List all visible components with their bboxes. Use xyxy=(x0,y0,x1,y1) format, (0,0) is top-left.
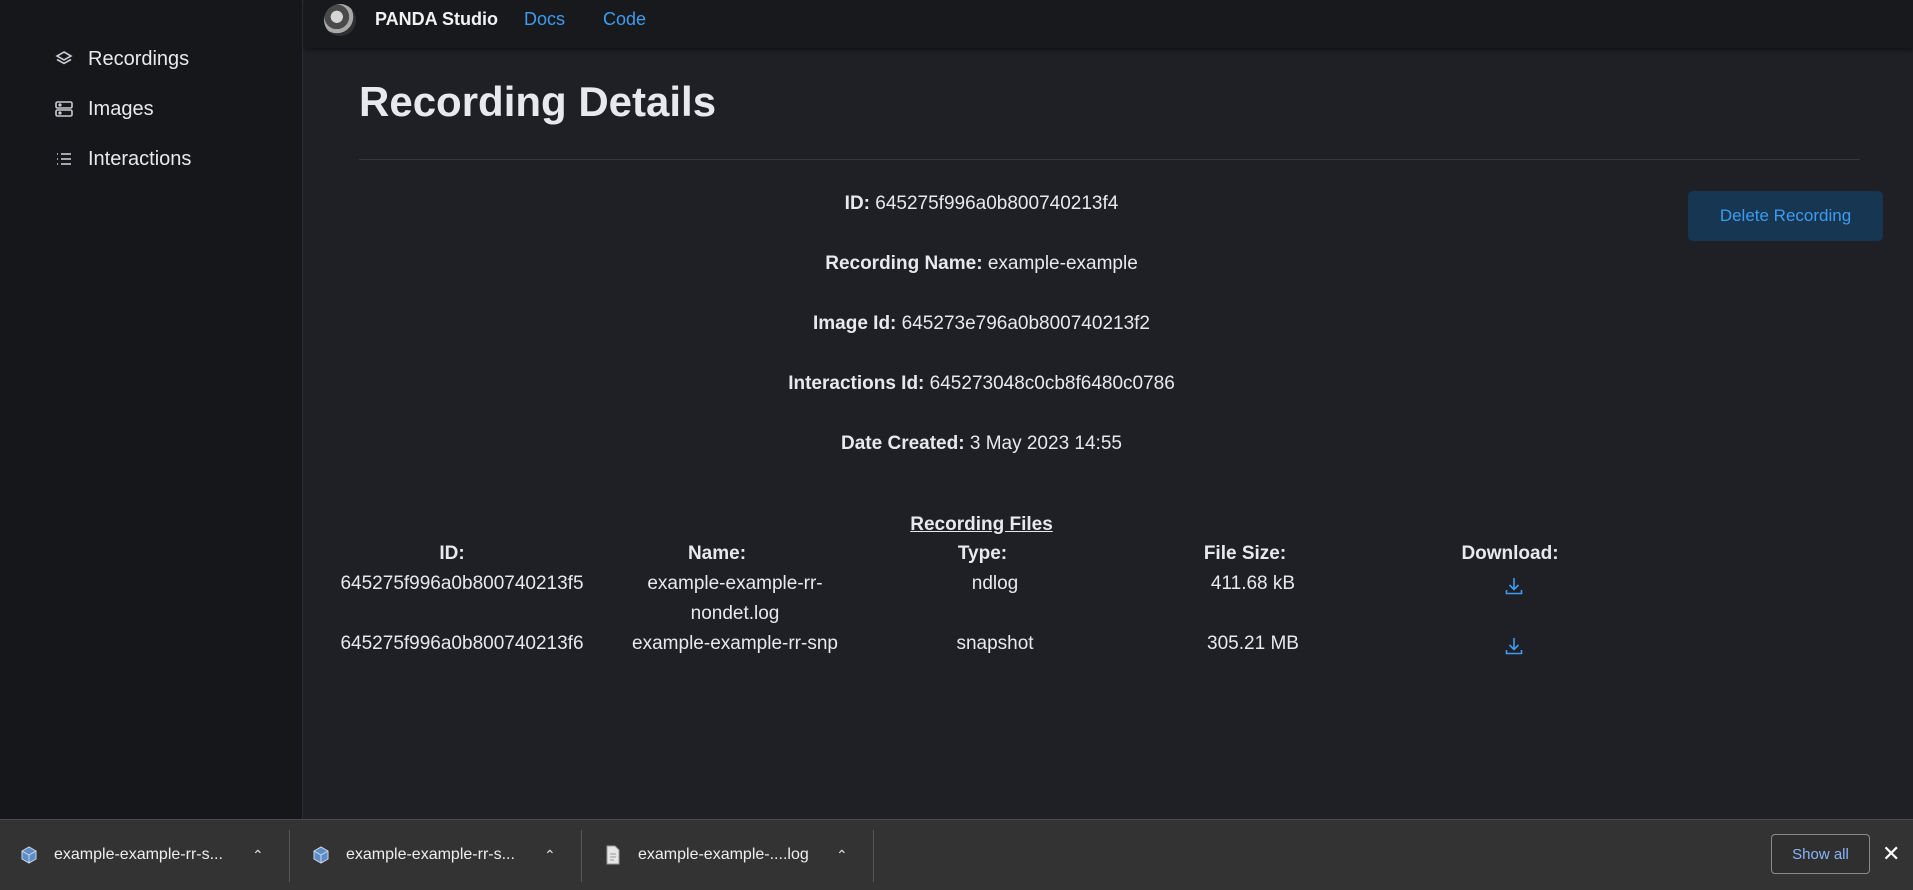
divider xyxy=(359,159,1860,160)
download-icon[interactable] xyxy=(1503,635,1525,657)
divider xyxy=(581,830,582,882)
top-bar: PANDA Studio Docs Code xyxy=(304,0,1913,48)
sidebar-item-label: Interactions xyxy=(88,147,192,170)
file-type-cell: snapshot xyxy=(956,633,1034,654)
column-header-type: Type: xyxy=(957,543,1008,564)
detail-recording-name: Recording Name: example-example xyxy=(359,253,1604,275)
file-id-cell: 645275f996a0b800740213f5 xyxy=(340,573,584,594)
file-type-cell: ndlog xyxy=(971,573,1019,594)
detail-value: 645273048c0cb8f6480c0786 xyxy=(929,373,1175,394)
column-header-size: File Size: xyxy=(1203,543,1287,564)
sidebar-item-interactions[interactable]: Interactions xyxy=(54,144,191,174)
download-item[interactable]: example-example-rr-s... ⌃ xyxy=(310,820,580,890)
sidebar-item-images[interactable]: Images xyxy=(54,94,154,124)
chevron-up-icon[interactable]: ⌃ xyxy=(544,847,556,864)
page-title: Recording Details xyxy=(359,78,717,125)
layers-icon xyxy=(54,49,74,69)
detail-label: Interactions Id: xyxy=(788,373,925,394)
file-name-cell: example-example-rr-nondet.log xyxy=(647,573,823,624)
delete-recording-button[interactable]: Delete Recording xyxy=(1688,191,1883,241)
brand-title[interactable]: PANDA Studio xyxy=(375,9,498,30)
docs-link[interactable]: Docs xyxy=(524,9,565,30)
detail-interactions-id: Interactions Id: 645273048c0cb8f6480c078… xyxy=(359,373,1604,395)
close-icon[interactable]: ✕ xyxy=(1882,841,1900,867)
divider xyxy=(289,830,290,882)
file-name-cell: example-example-rr-snp xyxy=(632,633,838,654)
sidebar-item-label: Images xyxy=(88,97,154,120)
download-filename: example-example-rr-s... xyxy=(346,846,515,863)
detail-label: Recording Name: xyxy=(825,253,983,274)
show-all-button[interactable]: Show all xyxy=(1771,834,1870,874)
document-icon xyxy=(602,844,624,866)
download-icon[interactable] xyxy=(1503,575,1525,597)
column-header-id: ID: xyxy=(439,543,465,564)
detail-id: ID: 645275f996a0b800740213f4 xyxy=(359,193,1604,215)
chevron-up-icon[interactable]: ⌃ xyxy=(836,847,848,864)
download-filename: example-example-rr-s... xyxy=(54,846,223,863)
code-link[interactable]: Code xyxy=(603,9,646,30)
download-filename: example-example-....log xyxy=(638,846,809,863)
file-size-cell: 411.68 kB xyxy=(1210,573,1296,594)
download-item[interactable]: example-example-....log ⌃ xyxy=(602,820,872,890)
detail-image-id: Image Id: 645273e796a0b800740213f2 xyxy=(359,313,1604,335)
detail-date-created: Date Created: 3 May 2023 14:55 xyxy=(359,433,1604,455)
column-header-download: Download: xyxy=(1461,543,1559,564)
server-icon xyxy=(54,99,74,119)
download-item[interactable]: example-example-rr-s... ⌃ xyxy=(18,820,288,890)
sidebar-item-label: Recordings xyxy=(88,47,190,70)
detail-label: Image Id: xyxy=(812,313,897,334)
file-size-cell: 305.21 MB xyxy=(1207,633,1299,654)
detail-value: 645273e796a0b800740213f2 xyxy=(901,313,1150,334)
detail-value: 645275f996a0b800740213f4 xyxy=(875,193,1119,214)
list-icon xyxy=(54,149,74,169)
detail-label: ID: xyxy=(844,193,870,214)
divider xyxy=(873,830,874,882)
package-icon xyxy=(18,844,40,866)
sidebar-item-recordings[interactable]: Recordings xyxy=(54,44,189,74)
detail-label: Date Created: xyxy=(841,433,965,454)
recording-files-title: Recording Files xyxy=(910,514,1053,535)
downloads-shelf: example-example-rr-s... ⌃ example-exampl… xyxy=(0,819,1913,890)
chevron-up-icon[interactable]: ⌃ xyxy=(252,847,264,864)
file-id-cell: 645275f996a0b800740213f6 xyxy=(340,633,584,654)
column-header-name: Name: xyxy=(687,543,747,564)
panda-logo-icon[interactable] xyxy=(324,4,356,36)
detail-value: 3 May 2023 14:55 xyxy=(969,433,1122,454)
detail-value: example-example xyxy=(987,253,1138,274)
sidebar: Recordings Images Interactions xyxy=(0,0,303,819)
package-icon xyxy=(310,844,332,866)
